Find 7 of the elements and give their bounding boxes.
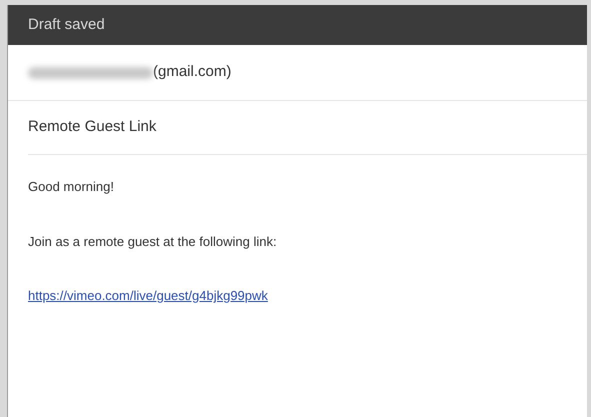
body-text: Join as a remote guest at the following link:: [28, 232, 277, 251]
header-title: Draft saved: [28, 14, 105, 35]
subject-field[interactable]: Remote Guest Link: [28, 116, 156, 139]
recipient-domain: (gmail.com): [153, 62, 232, 82]
guest-link[interactable]: https://vimeo.com/live/guest/g4bjkg99pwk: [28, 286, 268, 306]
redacted-address-icon: [28, 66, 153, 78]
body-text: Good morning!: [28, 178, 114, 196]
